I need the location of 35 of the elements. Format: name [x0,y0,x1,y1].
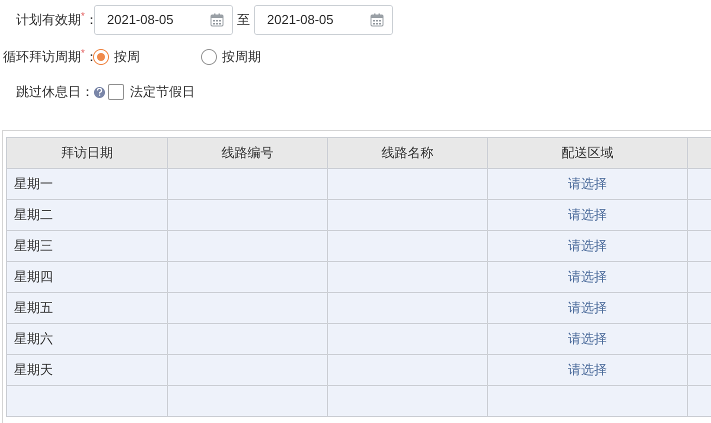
table-cell: 星期三 [6,231,167,262]
table-cell: 星期六 [6,324,167,355]
select-link[interactable]: 请选择 [568,205,607,225]
radio-option[interactable]: 按周 [93,47,201,67]
table-cell: 星期一 [6,169,167,200]
field-label: 计划有效期$^{*}$： [15,10,94,30]
select-link[interactable]: 请选择 [568,236,607,256]
select-link[interactable]: 请选择 [568,329,607,349]
select-link[interactable]: 请选择 [568,174,607,194]
date-field[interactable]: 2021-08-05 [94,5,233,35]
help-icon[interactable] [94,86,105,98]
select-link[interactable]: 请选择 [568,298,607,318]
radio-option[interactable]: 按周期 [201,47,261,67]
range-separator: 至 [237,11,250,30]
calendar-icon [210,13,224,27]
radio-button[interactable] [201,49,217,65]
checkbox[interactable] [108,84,124,100]
table-cell: 星期四 [6,262,167,293]
date-value: 2021-08-05 [267,11,334,30]
date-field[interactable]: 2021-08-05 [254,5,393,35]
table-cell: 星期二 [6,200,167,231]
column-header: 线路名称 [327,137,487,169]
field-label: 循环拜访周期$^{*}$： [2,47,93,66]
select-link[interactable]: 请选择 [568,360,607,380]
field-label: 跳过休息日： [15,83,94,102]
calendar-icon [370,13,384,27]
date-value: 2021-08-05 [107,11,174,30]
column-header: 拜访日期 [6,137,167,169]
column-header: 配送区域 [487,137,687,169]
holiday-checkbox-option[interactable]: 法定节假日 [108,82,195,102]
column-header: 线路编号 [167,137,327,169]
radio-button[interactable] [93,49,109,65]
table-cell: 星期天 [6,355,167,386]
table-cell: 星期五 [6,293,167,324]
select-link[interactable]: 请选择 [568,267,607,287]
